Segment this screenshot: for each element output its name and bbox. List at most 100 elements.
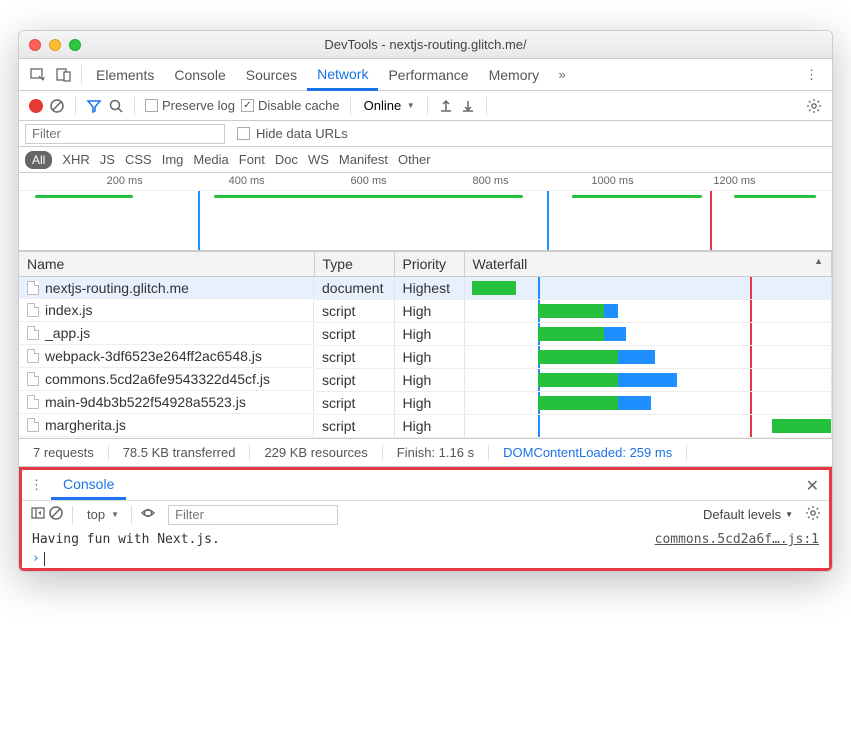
table-row[interactable]: index.js scriptHigh	[19, 300, 832, 323]
table-row[interactable]: commons.5cd2a6fe9543322d45cf.js scriptHig…	[19, 369, 832, 392]
filter-input[interactable]	[25, 124, 225, 144]
request-name: webpack-3df6523e264ff2ac6548.js	[45, 348, 262, 364]
col-waterfall[interactable]: Waterfall	[464, 252, 832, 277]
table-row[interactable]: main-9d4b3b522f54928a5523.js scriptHigh	[19, 392, 832, 415]
network-toolbar: Preserve log Disable cache Online	[19, 91, 832, 121]
log-levels-select[interactable]: Default levels▼	[703, 507, 793, 522]
drawer-tab-console[interactable]: Console	[51, 470, 126, 500]
preserve-log-label: Preserve log	[162, 98, 235, 113]
drawer-tabs: ⋮ Console ✕	[22, 470, 829, 500]
request-name: commons.5cd2a6fe9543322d45cf.js	[45, 371, 270, 387]
console-sidebar-toggle-icon[interactable]	[30, 505, 46, 524]
console-prompt[interactable]: ›	[32, 547, 819, 566]
upload-har-icon[interactable]	[436, 96, 456, 116]
request-type: script	[314, 323, 394, 346]
titlebar: DevTools - nextjs-routing.glitch.me/	[19, 31, 832, 59]
request-priority: High	[394, 323, 464, 346]
overview-pane[interactable]	[19, 191, 832, 251]
request-type: script	[314, 392, 394, 415]
col-priority[interactable]: Priority	[394, 252, 464, 277]
file-icon	[27, 418, 39, 432]
tab-console[interactable]: Console	[164, 59, 235, 90]
type-xhr[interactable]: XHR	[62, 152, 89, 167]
summary-dcl: DOMContentLoaded: 259 ms	[489, 445, 687, 460]
type-doc[interactable]: Doc	[275, 152, 298, 167]
more-tabs-icon[interactable]: »	[549, 59, 575, 90]
inspect-element-icon[interactable]	[25, 59, 51, 90]
hide-data-urls-checkbox[interactable]: Hide data URLs	[237, 126, 348, 141]
download-har-icon[interactable]	[458, 96, 478, 116]
drawer-close-icon[interactable]: ✕	[806, 476, 819, 496]
settings-menu-icon[interactable]: ⋮	[797, 59, 826, 90]
waterfall-cell	[464, 392, 832, 415]
table-row[interactable]: webpack-3df6523e264ff2ac6548.js scriptHig…	[19, 346, 832, 369]
timeline-ruler: 200 ms 400 ms 600 ms 800 ms 1000 ms 1200…	[19, 173, 832, 191]
request-type: script	[314, 369, 394, 392]
table-row[interactable]: _app.js scriptHigh	[19, 323, 832, 346]
requests-table: Name Type Priority Waterfall nextjs-rout…	[19, 251, 832, 438]
request-priority: High	[394, 369, 464, 392]
summary-bar: 7 requests 78.5 KB transferred 229 KB re…	[19, 438, 832, 466]
console-settings-icon[interactable]	[805, 505, 821, 524]
window-title: DevTools - nextjs-routing.glitch.me/	[19, 37, 832, 52]
type-js[interactable]: JS	[100, 152, 115, 167]
tab-network[interactable]: Network	[307, 59, 378, 91]
waterfall-cell	[464, 300, 832, 323]
request-name: _app.js	[45, 325, 90, 341]
request-type: document	[314, 277, 394, 300]
type-manifest[interactable]: Manifest	[339, 152, 388, 167]
request-name: nextjs-routing.glitch.me	[45, 280, 189, 296]
console-context-select[interactable]: top	[81, 505, 123, 524]
device-toolbar-icon[interactable]	[51, 59, 77, 90]
throttling-select[interactable]: Online	[359, 95, 419, 116]
main-tabs: Elements Console Sources Network Perform…	[19, 59, 832, 91]
drawer-menu-icon[interactable]: ⋮	[30, 470, 51, 500]
search-icon[interactable]	[106, 96, 126, 116]
preserve-log-checkbox[interactable]: Preserve log	[143, 96, 237, 115]
file-icon	[27, 395, 39, 409]
request-priority: High	[394, 300, 464, 323]
request-type: script	[314, 346, 394, 369]
devtools-window: DevTools - nextjs-routing.glitch.me/ Ele…	[18, 30, 833, 572]
waterfall-cell	[464, 277, 832, 300]
table-row[interactable]: nextjs-routing.glitch.medocumentHighest	[19, 277, 832, 300]
file-icon	[27, 326, 39, 340]
file-icon	[27, 281, 39, 295]
disable-cache-checkbox[interactable]: Disable cache	[239, 96, 342, 115]
network-settings-icon[interactable]	[804, 96, 824, 116]
request-priority: High	[394, 346, 464, 369]
col-type[interactable]: Type	[314, 252, 394, 277]
waterfall-cell	[464, 323, 832, 346]
type-media[interactable]: Media	[193, 152, 228, 167]
console-clear-icon[interactable]	[48, 505, 64, 524]
console-body: Having fun with Next.js. commons.5cd2a6f…	[22, 528, 829, 568]
console-filter-input[interactable]	[168, 505, 338, 525]
waterfall-cell	[464, 369, 832, 392]
type-other[interactable]: Other	[398, 152, 431, 167]
type-img[interactable]: Img	[162, 152, 184, 167]
filter-bar: Hide data URLs	[19, 121, 832, 147]
console-source-link[interactable]: commons.5cd2a6f….js:1	[655, 532, 819, 547]
tab-elements[interactable]: Elements	[86, 59, 164, 90]
record-button[interactable]	[27, 97, 45, 115]
request-name: main-9d4b3b522f54928a5523.js	[45, 394, 246, 410]
type-all[interactable]: All	[25, 151, 52, 169]
live-expression-icon[interactable]	[140, 505, 156, 524]
console-toolbar: top Default levels▼	[22, 500, 829, 528]
type-ws[interactable]: WS	[308, 152, 329, 167]
filter-toggle-icon[interactable]	[84, 96, 104, 116]
request-type: script	[314, 300, 394, 323]
type-filter-bar: All XHR JS CSS Img Media Font Doc WS Man…	[19, 147, 832, 173]
request-name: index.js	[45, 302, 92, 318]
col-name[interactable]: Name	[19, 252, 314, 277]
tab-sources[interactable]: Sources	[236, 59, 307, 90]
table-row[interactable]: margherita.jsscriptHigh	[19, 415, 832, 438]
request-priority: High	[394, 392, 464, 415]
summary-finish: Finish: 1.16 s	[383, 445, 489, 460]
clear-icon[interactable]	[47, 96, 67, 116]
type-css[interactable]: CSS	[125, 152, 152, 167]
type-font[interactable]: Font	[239, 152, 265, 167]
tab-performance[interactable]: Performance	[378, 59, 478, 90]
summary-transferred: 78.5 KB transferred	[109, 445, 251, 460]
tab-memory[interactable]: Memory	[479, 59, 550, 90]
